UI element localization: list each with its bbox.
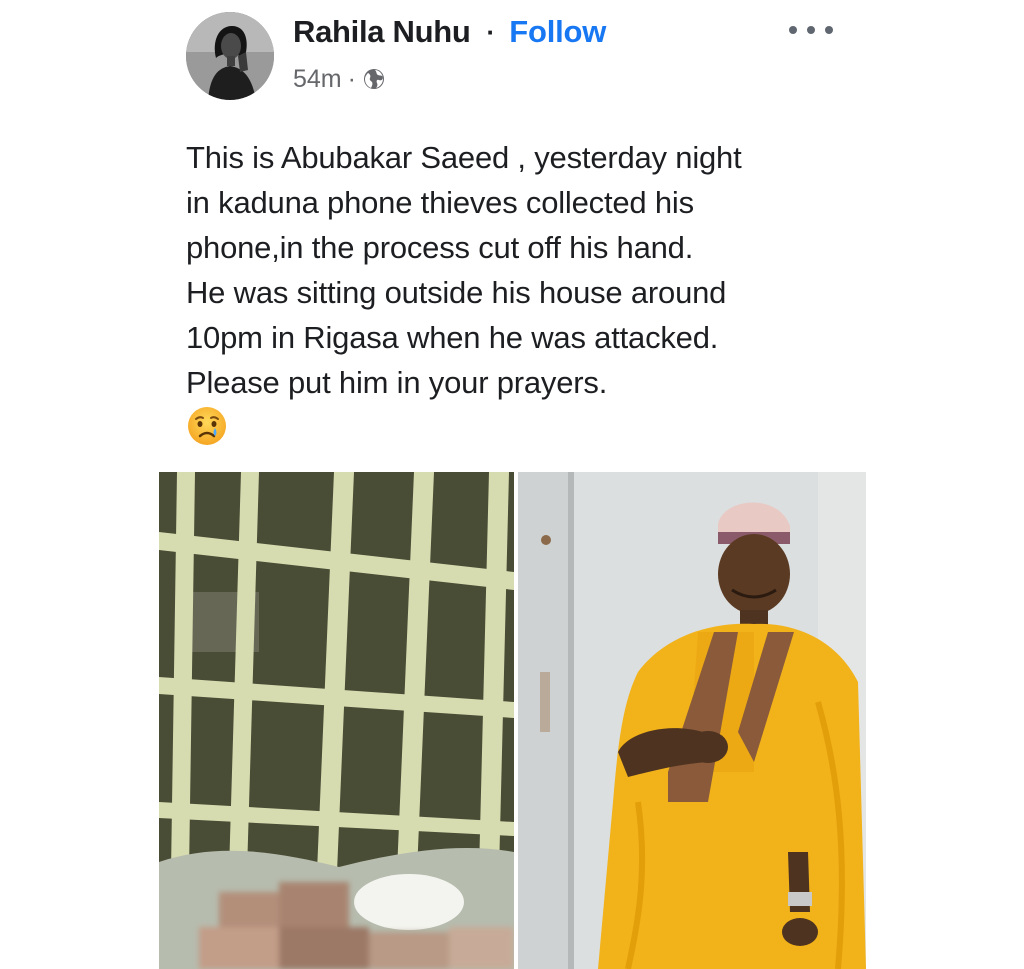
crying-face-emoji bbox=[186, 405, 228, 447]
facebook-post: Rahila Nuhu · Follow 54m · This is Abuba… bbox=[0, 0, 1024, 969]
post-text-line: Please put him in your prayers. bbox=[186, 365, 608, 400]
more-dot bbox=[825, 26, 833, 34]
photo-man-in-yellow-attire-image bbox=[518, 472, 866, 969]
post-text-line: 10pm in Rigasa when he was attacked. bbox=[186, 320, 719, 355]
post-text-line: phone,in the process cut off his hand. bbox=[186, 230, 694, 265]
post-text-line: He was sitting outside his house around bbox=[186, 275, 727, 310]
header-separator: · bbox=[486, 16, 496, 47]
photo-barred-window[interactable] bbox=[159, 472, 514, 969]
author-name[interactable]: Rahila Nuhu bbox=[293, 14, 471, 50]
meta-separator: · bbox=[347, 64, 356, 93]
post-header: Rahila Nuhu · Follow bbox=[293, 12, 606, 52]
more-options-icon[interactable] bbox=[789, 18, 833, 42]
follow-button[interactable]: Follow bbox=[509, 14, 606, 50]
avatar-photo bbox=[186, 12, 274, 100]
photo-barred-window-image bbox=[159, 472, 514, 969]
post-text: This is Abubakar Saeed , yesterday night… bbox=[186, 135, 906, 405]
more-dot bbox=[807, 26, 815, 34]
photo-man-in-yellow-attire[interactable] bbox=[518, 472, 866, 969]
more-dot bbox=[789, 26, 797, 34]
post-text-line: This is Abubakar Saeed , yesterday night bbox=[186, 140, 742, 175]
post-text-line: in kaduna phone thieves collected his bbox=[186, 185, 694, 220]
post-timestamp[interactable]: 54m bbox=[293, 65, 342, 94]
globe-icon bbox=[362, 67, 386, 91]
post-meta: 54m · bbox=[293, 62, 386, 96]
author-avatar[interactable] bbox=[186, 12, 274, 100]
